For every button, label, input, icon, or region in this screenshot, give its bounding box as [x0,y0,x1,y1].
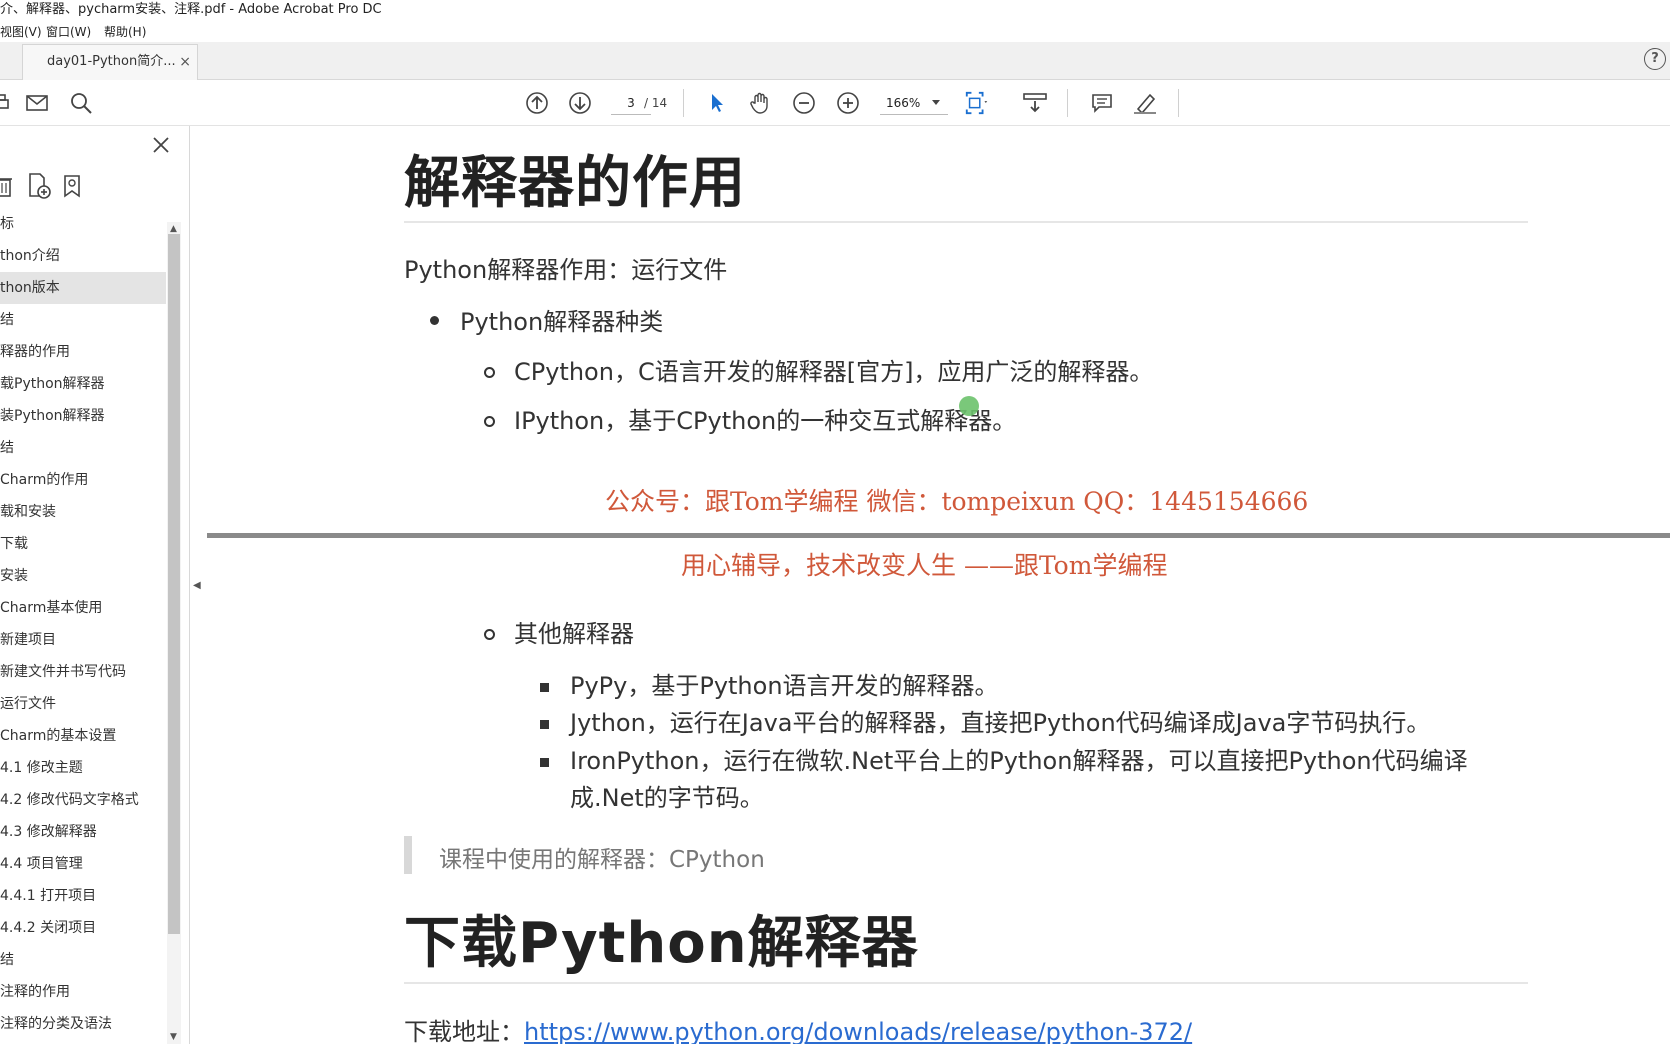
search-icon[interactable] [68,90,94,116]
toolbar-divider [1067,89,1068,117]
bookmarks-panel: 标 thon介绍 thon版本结释器的作用 载Python解释器 装Python解释器结… [0,126,190,1044]
download-label: 下载地址： [404,1018,524,1044]
bullet-square [540,758,549,767]
sidebar-scrollbar[interactable]: ▲ ▼ [167,222,181,1044]
delete-icon[interactable] [0,174,14,204]
item-ipython: IPython，基于CPython的一种交互式解释器。 [514,407,1017,435]
bullet-circle [484,629,495,640]
bullet-circle [484,416,495,427]
scroll-mode-icon[interactable] [1022,90,1048,116]
zoom-in-icon[interactable] [835,90,861,116]
tab-label: day01-Python简介... [47,54,176,69]
comment-icon[interactable] [1089,90,1115,116]
menu-window[interactable]: 窗口(W) [46,22,91,42]
download-link[interactable]: https://www.python.org/downloads/release… [524,1018,1192,1044]
highlight-pen-icon[interactable] [1132,90,1158,116]
sidebar-bookmark-item[interactable]: 新建项目 [0,624,166,656]
collapse-panel-icon[interactable]: ◀ [193,580,201,591]
sidebar-bookmark-item[interactable]: 装Python解释器 [0,400,166,432]
sidebar-bookmark-item[interactable]: 载Python解释器 [0,368,166,400]
sidebar-bookmark-item[interactable]: 4.2 修改代码文字格式 [0,784,166,816]
sidebar-bookmark-item[interactable]: 4.4.2 关闭项目 [0,912,166,944]
sidebar-bookmark-item[interactable]: thon介绍 [0,240,166,272]
menu-bar: 视图(V) 窗口(W) 帮助(H) [0,22,1670,42]
new-bookmark-icon[interactable] [26,172,52,204]
toolbar-divider [1178,89,1179,117]
sidebar-bookmark-item[interactable]: 注释的作用 [0,976,166,1008]
divider [404,221,1528,223]
bullet-square [540,683,549,692]
bookmark-tools [0,170,190,210]
bullet-square [540,720,549,729]
tab-close-icon[interactable]: × [179,45,191,79]
sidebar-bookmark-item[interactable]: 标 [0,208,166,240]
bullet-interpreter-types: Python解释器种类 [460,308,664,336]
sidebar-bookmark-item[interactable]: 运行文件 [0,688,166,720]
sidebar-bookmark-item[interactable]: 结 [0,304,166,336]
page-separator [207,533,1670,538]
scroll-down-icon[interactable]: ▼ [170,1032,177,1042]
select-tool-icon[interactable] [704,90,730,116]
quote-bar [404,836,412,874]
scroll-up-icon[interactable]: ▲ [170,224,177,234]
scrollbar-thumb[interactable] [168,234,180,934]
menu-help[interactable]: 帮助(H) [104,22,146,42]
quote-interpreter-used: 课程中使用的解释器：CPython [439,847,765,873]
sidebar-bookmark-item[interactable]: Charm基本使用 [0,592,166,624]
sidebar-bookmark-item[interactable]: 4.3 修改解释器 [0,816,166,848]
chevron-down-icon[interactable] [932,100,940,105]
sidebar-bookmark-item[interactable]: 结 [0,432,166,464]
help-icon[interactable]: ? [1644,48,1666,70]
item-other-interpreters: 其他解释器 [514,620,634,648]
close-icon[interactable] [150,134,172,156]
window-title: 介、解释器、pycharm安装、注释.pdf - Adobe Acrobat P… [0,2,382,17]
window-title-bar: 介、解释器、pycharm安装、注释.pdf - Adobe Acrobat P… [0,0,1670,22]
sidebar-bookmark-item[interactable]: 载和安装 [0,496,166,528]
heading-download-python: 下载Python解释器 [404,911,919,976]
bookmark-list: 标 thon介绍 thon版本结释器的作用 载Python解释器 装Python解释器结… [0,208,166,1044]
mouse-cursor-highlight [959,396,979,416]
bullet-circle [484,367,495,378]
intro-text: Python解释器作用：运行文件 [404,256,728,284]
bookmark-search-icon[interactable] [62,174,84,204]
mail-icon[interactable] [24,90,50,116]
print-icon[interactable] [0,90,14,116]
item-ironpython-cont: 成.Net的字节码。 [570,784,764,812]
sidebar-bookmark-item[interactable]: thon版本 [0,272,166,304]
zoom-out-icon[interactable] [791,90,817,116]
sidebar-bookmark-item[interactable]: 4.4.1 打开项目 [0,880,166,912]
sidebar-bookmark-item[interactable]: Charm的作用 [0,464,166,496]
tab-document[interactable]: day01-Python简介... × [22,44,198,80]
sidebar-bookmark-item[interactable]: 4.1 修改主题 [0,752,166,784]
sidebar-bookmark-item[interactable]: 4.4 项目管理 [0,848,166,880]
previous-page-icon[interactable] [524,90,550,116]
toolbar-divider [683,89,684,117]
sidebar-bookmark-item[interactable]: 结 [0,944,166,976]
toolbar: 3 / 14 166% [0,80,1670,126]
divider [404,982,1528,984]
menu-view[interactable]: 视图(V) [0,22,42,42]
sidebar-bookmark-item[interactable]: 注释的分类及语法 [0,1008,166,1040]
item-pypy: PyPy，基于Python语言开发的解释器。 [570,672,999,700]
bullet-dot [430,316,439,325]
sidebar-bookmark-item[interactable]: 释器的作用 [0,336,166,368]
page-total: / 14 [644,96,668,110]
item-cpython: CPython，C语言开发的解释器[官方]，应用广泛的解释器。 [514,358,1154,386]
heading-interpreter-role: 解释器的作用 [404,151,746,216]
sidebar-bookmark-item[interactable]: 下载 [0,528,166,560]
sidebar-bookmark-item[interactable]: 安装 [0,560,166,592]
sidebar-bookmark-item[interactable]: 新建文件并书写代码 [0,656,166,688]
document-view[interactable]: 解释器的作用 Python解释器作用：运行文件 Python解释器种类 CPyt… [207,126,1670,1044]
item-jython: Jython，运行在Java平台的解释器，直接把Python代码编译成Java字… [570,709,1431,737]
hand-tool-icon[interactable] [747,90,773,116]
next-page-icon[interactable] [567,90,593,116]
watermark-contact: 公众号：跟Tom学编程 微信：tompeixun QQ：1445154666 [605,487,1309,516]
item-ironpython: IronPython，运行在微软.Net平台上的Python解释器，可以直接把P… [570,747,1468,775]
sidebar-bookmark-item[interactable]: Charm的基本设置 [0,720,166,752]
tab-bar: day01-Python简介... × ? [0,42,1670,80]
fit-page-icon[interactable] [964,90,990,116]
watermark-slogan: 用心辅导，技术改变人生 ——跟Tom学编程 [681,551,1168,580]
download-line: 下载地址：https://www.python.org/downloads/re… [404,1012,1192,1044]
